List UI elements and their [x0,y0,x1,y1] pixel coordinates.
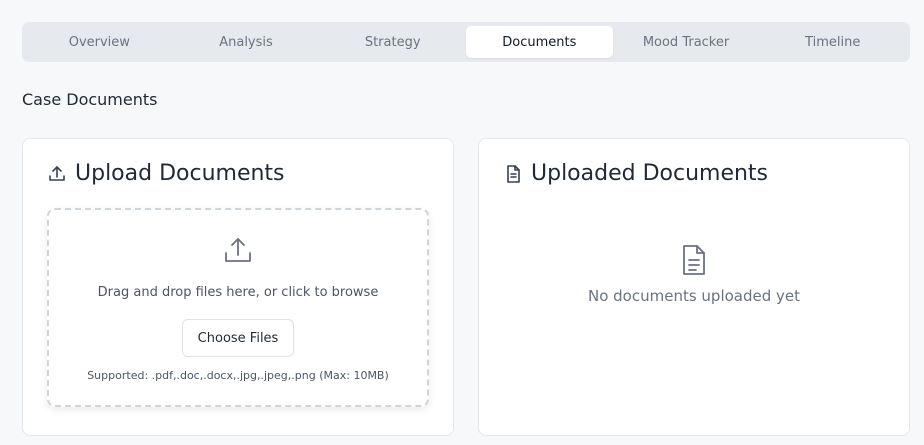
upload-icon [222,234,254,266]
choose-files-button[interactable]: Choose Files [182,319,294,357]
tab-timeline[interactable]: Timeline [759,26,906,58]
upload-icon [47,164,67,184]
tab-bar: Overview Analysis Strategy Documents Moo… [22,22,910,62]
file-dropzone[interactable]: Drag and drop files here, or click to br… [47,208,429,407]
supported-formats-hint: Supported: .pdf,.doc,.docx,.jpg,.jpeg,.p… [87,369,389,382]
upload-documents-card: Upload Documents Drag and drop files her… [22,138,454,436]
uploaded-documents-card: Uploaded Documents No documents uploaded… [478,138,910,436]
empty-state-message: No documents uploaded yet [587,287,801,305]
document-icon [678,243,710,277]
tab-overview[interactable]: Overview [26,26,173,58]
uploaded-card-header: Uploaded Documents [503,161,768,186]
tab-analysis[interactable]: Analysis [173,26,320,58]
tab-mood-tracker[interactable]: Mood Tracker [613,26,760,58]
uploaded-card-title: Uploaded Documents [531,161,769,186]
upload-card-title: Upload Documents [75,161,285,186]
page-title: Case Documents [22,90,158,109]
upload-card-header: Upload Documents [47,161,285,186]
document-icon [503,164,523,184]
tab-strategy[interactable]: Strategy [319,26,466,58]
tab-documents[interactable]: Documents [466,26,613,58]
dropzone-instructions: Drag and drop files here, or click to br… [97,285,379,300]
